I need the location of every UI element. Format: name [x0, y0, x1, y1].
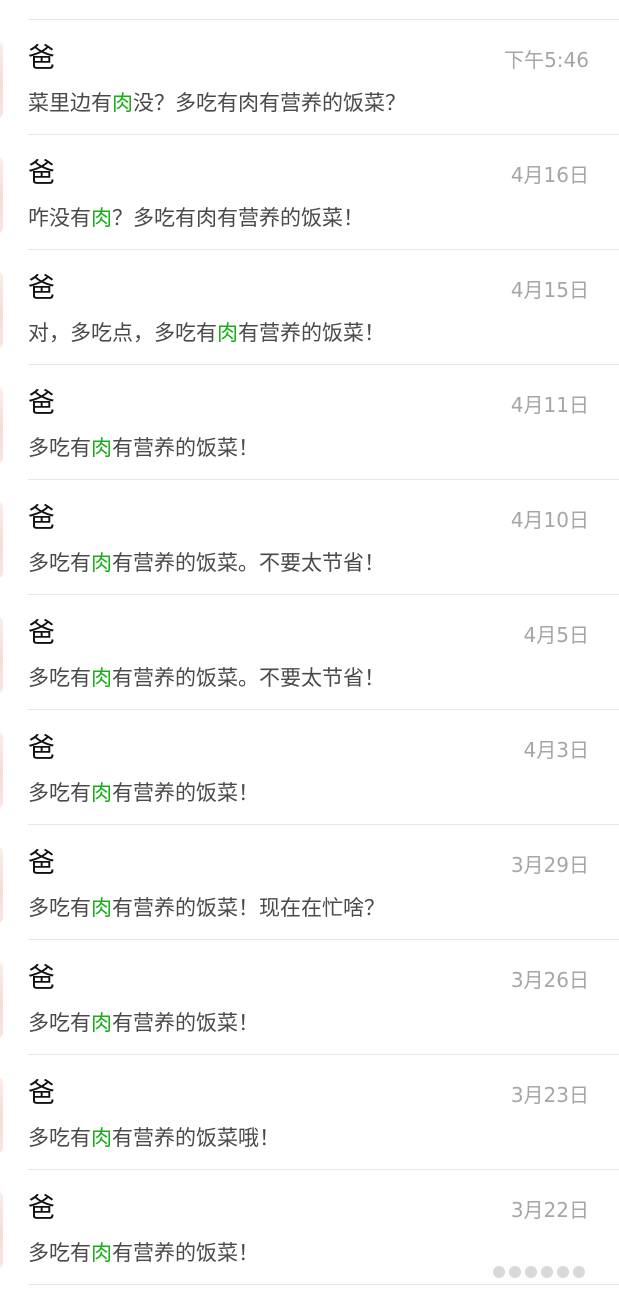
avatar: [0, 1192, 3, 1268]
message-text: 多吃有: [28, 1011, 91, 1035]
message-text: 有营养的饭菜。不要太节省！: [112, 666, 385, 690]
message-text: 对，多吃点，多吃有: [28, 321, 217, 345]
search-keyword-highlight: 肉: [91, 206, 112, 230]
message-text: 有营养的饭菜！: [112, 1241, 259, 1265]
search-keyword-highlight: 肉: [91, 551, 112, 575]
message-text: ？多吃有肉有营养的饭菜！: [112, 206, 364, 230]
chat-list-item[interactable]: 爸 4月11日 多吃有肉有营养的饭菜！: [0, 365, 619, 480]
chat-list-item[interactable]: 爸 4月16日 咋没有肉？多吃有肉有营养的饭菜！: [0, 135, 619, 250]
chat-list-item[interactable]: 爸 4月5日 多吃有肉有营养的饭菜。不要太节省！: [0, 595, 619, 710]
chat-list: 爸 下午5:46 菜里边有肉没？多吃有肉有营养的饭菜？ 爸 4月16日 咋没有肉…: [0, 20, 619, 1285]
chat-list-item[interactable]: 爸 4月3日 多吃有肉有营养的饭菜！: [0, 710, 619, 825]
message-time: 3月29日: [510, 853, 589, 877]
chat-list-item[interactable]: 爸 下午5:46 菜里边有肉没？多吃有肉有营养的饭菜？: [0, 20, 619, 135]
message-time: 4月3日: [523, 738, 589, 762]
contact-name: 爸: [28, 848, 55, 879]
message-time: 3月22日: [510, 1198, 589, 1222]
message-preview: 菜里边有肉没？多吃有肉有营养的饭菜？: [28, 88, 406, 118]
message-text: 有营养的饭菜哦！: [112, 1126, 280, 1150]
avatar: [0, 1077, 3, 1153]
message-preview: 多吃有肉有营养的饭菜！现在在忙啥？: [28, 893, 385, 923]
search-keyword-highlight: 肉: [91, 1011, 112, 1035]
message-text: 多吃有: [28, 781, 91, 805]
message-text: 菜里边有: [28, 91, 112, 115]
watermark-dot: [493, 1266, 505, 1278]
avatar: [0, 732, 3, 808]
message-text: 多吃有: [28, 666, 91, 690]
message-time: 3月23日: [510, 1083, 589, 1107]
message-preview: 多吃有肉有营养的饭菜。不要太节省！: [28, 663, 385, 693]
message-text: 有营养的饭菜！: [112, 781, 259, 805]
message-text: 有营养的饭菜！: [112, 436, 259, 460]
message-time: 3月26日: [510, 968, 589, 992]
message-preview: 多吃有肉有营养的饭菜。不要太节省！: [28, 548, 385, 578]
message-text: 有营养的饭菜！: [112, 1011, 259, 1035]
watermark-dot: [573, 1266, 585, 1278]
message-preview: 多吃有肉有营养的饭菜！: [28, 1238, 259, 1268]
message-preview: 多吃有肉有营养的饭菜！: [28, 1008, 259, 1038]
chat-list-item[interactable]: 爸 3月23日 多吃有肉有营养的饭菜哦！: [0, 1055, 619, 1170]
divider: [28, 1284, 619, 1285]
avatar: [0, 272, 3, 348]
message-text: 有营养的饭菜。不要太节省！: [112, 551, 385, 575]
message-preview: 多吃有肉有营养的饭菜哦！: [28, 1123, 280, 1153]
contact-name: 爸: [28, 503, 55, 534]
watermark-dot: [509, 1266, 521, 1278]
message-time: 4月5日: [523, 623, 589, 647]
chat-list-item[interactable]: 爸 4月10日 多吃有肉有营养的饭菜。不要太节省！: [0, 480, 619, 595]
contact-name: 爸: [28, 158, 55, 189]
message-time: 下午5:46: [504, 48, 589, 72]
contact-name: 爸: [28, 618, 55, 649]
search-keyword-highlight: 肉: [91, 896, 112, 920]
chat-list-item[interactable]: 爸 3月26日 多吃有肉有营养的饭菜！: [0, 940, 619, 1055]
contact-name: 爸: [28, 963, 55, 994]
message-text: 多吃有: [28, 551, 91, 575]
message-time: 4月11日: [510, 393, 589, 417]
message-text: 多吃有: [28, 1241, 91, 1265]
avatar: [0, 157, 3, 233]
search-keyword-highlight: 肉: [91, 1126, 112, 1150]
message-text: 没？多吃有肉有营养的饭菜？: [133, 91, 406, 115]
message-preview: 多吃有肉有营养的饭菜！: [28, 433, 259, 463]
watermark-dot: [525, 1266, 537, 1278]
contact-name: 爸: [28, 1078, 55, 1109]
contact-name: 爸: [28, 733, 55, 764]
chat-list-item[interactable]: 爸 4月15日 对，多吃点，多吃有肉有营养的饭菜！: [0, 250, 619, 365]
search-keyword-highlight: 肉: [91, 781, 112, 805]
avatar: [0, 387, 3, 463]
avatar: [0, 962, 3, 1038]
message-text: 有营养的饭菜！: [238, 321, 385, 345]
avatar: [0, 42, 3, 118]
message-time: 4月15日: [510, 278, 589, 302]
search-keyword-highlight: 肉: [217, 321, 238, 345]
contact-name: 爸: [28, 388, 55, 419]
message-time: 4月16日: [510, 163, 589, 187]
message-text: 多吃有: [28, 436, 91, 460]
chat-list-item[interactable]: 爸 3月29日 多吃有肉有营养的饭菜！现在在忙啥？: [0, 825, 619, 940]
search-keyword-highlight: 肉: [112, 91, 133, 115]
avatar: [0, 502, 3, 578]
message-time: 4月10日: [510, 508, 589, 532]
message-preview: 对，多吃点，多吃有肉有营养的饭菜！: [28, 318, 385, 348]
message-preview: 多吃有肉有营养的饭菜！: [28, 778, 259, 808]
message-text: 多吃有: [28, 896, 91, 920]
message-text: 多吃有: [28, 1126, 91, 1150]
message-text: 有营养的饭菜！现在在忙啥？: [112, 896, 385, 920]
message-preview: 咋没有肉？多吃有肉有营养的饭菜！: [28, 203, 364, 233]
avatar: [0, 847, 3, 923]
watermark-dot: [557, 1266, 569, 1278]
avatar: [0, 617, 3, 693]
search-keyword-highlight: 肉: [91, 1241, 112, 1265]
contact-name: 爸: [28, 1193, 55, 1224]
watermark-logo: [493, 1265, 613, 1279]
contact-name: 爸: [28, 273, 55, 304]
search-keyword-highlight: 肉: [91, 666, 112, 690]
message-text: 咋没有: [28, 206, 91, 230]
contact-name: 爸: [28, 43, 55, 74]
watermark-dot: [541, 1266, 553, 1278]
search-keyword-highlight: 肉: [91, 436, 112, 460]
